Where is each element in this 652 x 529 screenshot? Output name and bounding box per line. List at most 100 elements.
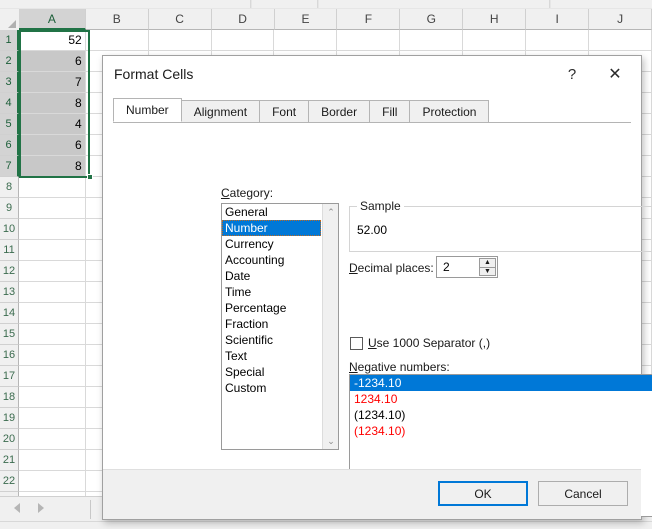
sheet-nav-arrows[interactable] [14, 503, 44, 513]
decimal-places-stepper[interactable]: ▲ ▼ [436, 256, 498, 278]
row-header-18[interactable]: 18 [0, 387, 19, 408]
spin-down-icon[interactable]: ▼ [480, 268, 495, 276]
row-header-20[interactable]: 20 [0, 429, 19, 450]
cell-A19[interactable] [19, 408, 86, 429]
cell-A17[interactable] [19, 366, 86, 387]
category-item-general[interactable]: General [222, 204, 321, 220]
negative-format-option-2[interactable]: 1234.10 [350, 391, 652, 407]
row-header-3[interactable]: 3 [0, 72, 19, 93]
cell-A5[interactable]: 4 [19, 114, 86, 135]
category-scrollbar[interactable]: ⌃ ⌄ [322, 204, 338, 449]
category-item-number[interactable]: Number [222, 220, 321, 236]
cell-A22[interactable] [19, 471, 86, 492]
cell-J1[interactable] [589, 30, 652, 51]
select-all-button[interactable] [0, 9, 20, 31]
close-icon[interactable]: ✕ [595, 61, 635, 89]
cell-A12[interactable] [19, 261, 86, 282]
category-item-special[interactable]: Special [222, 364, 321, 380]
cell-A9[interactable] [19, 198, 86, 219]
cell-A2[interactable]: 6 [19, 51, 86, 72]
use-1000-separator-checkbox[interactable] [350, 337, 363, 350]
column-header-c[interactable]: C [148, 9, 212, 30]
cell-D1[interactable] [211, 30, 275, 51]
category-listbox[interactable]: General Number Currency Accounting Date Time P… [221, 203, 339, 450]
category-item-time[interactable]: Time [222, 284, 321, 300]
row-header-8[interactable]: 8 [0, 177, 19, 198]
cell-A15[interactable] [19, 324, 86, 345]
row-header-22[interactable]: 22 [0, 471, 19, 492]
row-header-17[interactable]: 17 [0, 366, 19, 387]
scroll-up-icon[interactable]: ⌃ [323, 204, 338, 220]
row-header-21[interactable]: 21 [0, 450, 19, 471]
row-header-1[interactable]: 1 [0, 30, 19, 51]
cell-I1[interactable] [526, 30, 590, 51]
cell-A6[interactable]: 6 [19, 135, 86, 156]
dialog-tabs[interactable]: Number Alignment Font Border Fill Protection [113, 98, 631, 123]
cell-B1[interactable] [85, 30, 149, 51]
cell-A7[interactable]: 8 [19, 156, 86, 177]
cell-A11[interactable] [19, 240, 86, 261]
column-header-f[interactable]: F [337, 9, 401, 30]
cell-A18[interactable] [19, 387, 86, 408]
column-header-j[interactable]: J [589, 9, 652, 30]
cell-A3[interactable]: 7 [19, 72, 86, 93]
column-header-e[interactable]: E [274, 9, 338, 30]
row-header-19[interactable]: 19 [0, 408, 19, 429]
negative-format-option-4[interactable]: (1234.10) [350, 423, 652, 439]
row-header-4[interactable]: 4 [0, 93, 19, 114]
row-header-11[interactable]: 11 [0, 240, 19, 261]
row-header-12[interactable]: 12 [0, 261, 19, 282]
column-header-d[interactable]: D [211, 9, 275, 30]
row-header-2[interactable]: 2 [0, 51, 19, 72]
sheet-next-icon[interactable] [38, 503, 44, 513]
row-header-5[interactable]: 5 [0, 114, 19, 135]
cell-F1[interactable] [337, 30, 401, 51]
column-header-b[interactable]: B [85, 9, 149, 30]
cancel-button[interactable]: Cancel [538, 481, 628, 506]
ok-button[interactable]: OK [438, 481, 528, 506]
category-item-percentage[interactable]: Percentage [222, 300, 321, 316]
cell-G1[interactable] [400, 30, 464, 51]
negative-format-option-3[interactable]: (1234.10) [350, 407, 652, 423]
row-header-6[interactable]: 6 [0, 135, 19, 156]
sheet-prev-icon[interactable] [14, 503, 20, 513]
row-header-7[interactable]: 7 [0, 156, 19, 177]
cell-H1[interactable] [463, 30, 527, 51]
cell-A10[interactable] [19, 219, 86, 240]
cell-A8[interactable] [19, 177, 86, 198]
category-item-fraction[interactable]: Fraction [222, 316, 321, 332]
category-item-custom[interactable]: Custom [222, 380, 321, 396]
category-item-date[interactable]: Date [222, 268, 321, 284]
column-header-a[interactable]: A [19, 9, 86, 30]
category-item-scientific[interactable]: Scientific [222, 332, 321, 348]
spin-up-icon[interactable]: ▲ [480, 259, 495, 268]
scroll-down-icon[interactable]: ⌄ [323, 433, 338, 449]
cell-A14[interactable] [19, 303, 86, 324]
negative-format-option-1[interactable]: -1234.10 [350, 375, 652, 391]
row-header-13[interactable]: 13 [0, 282, 19, 303]
tab-border[interactable]: Border [308, 100, 371, 122]
category-item-accounting[interactable]: Accounting [222, 252, 321, 268]
row-header-10[interactable]: 10 [0, 219, 19, 240]
cell-E1[interactable] [274, 30, 338, 51]
row-header-16[interactable]: 16 [0, 345, 19, 366]
category-item-text[interactable]: Text [222, 348, 321, 364]
tab-number[interactable]: Number [113, 98, 182, 122]
cell-A1[interactable]: 52 [19, 30, 86, 51]
cell-A21[interactable] [19, 450, 86, 471]
fill-handle[interactable] [87, 174, 93, 180]
row-header-14[interactable]: 14 [0, 303, 19, 324]
tab-alignment[interactable]: Alignment [180, 100, 261, 122]
cell-A20[interactable] [19, 429, 86, 450]
decimal-places-input[interactable] [441, 259, 481, 275]
row-header-15[interactable]: 15 [0, 324, 19, 345]
decimal-spin-buttons[interactable]: ▲ ▼ [479, 258, 496, 276]
tab-font[interactable]: Font [259, 100, 310, 122]
column-header-g[interactable]: G [400, 9, 464, 30]
row-header-9[interactable]: 9 [0, 198, 19, 219]
category-item-currency[interactable]: Currency [222, 236, 321, 252]
tab-protection[interactable]: Protection [409, 100, 490, 122]
column-header-i[interactable]: I [526, 9, 590, 30]
help-icon[interactable]: ? [557, 61, 587, 89]
cell-C1[interactable] [148, 30, 212, 51]
